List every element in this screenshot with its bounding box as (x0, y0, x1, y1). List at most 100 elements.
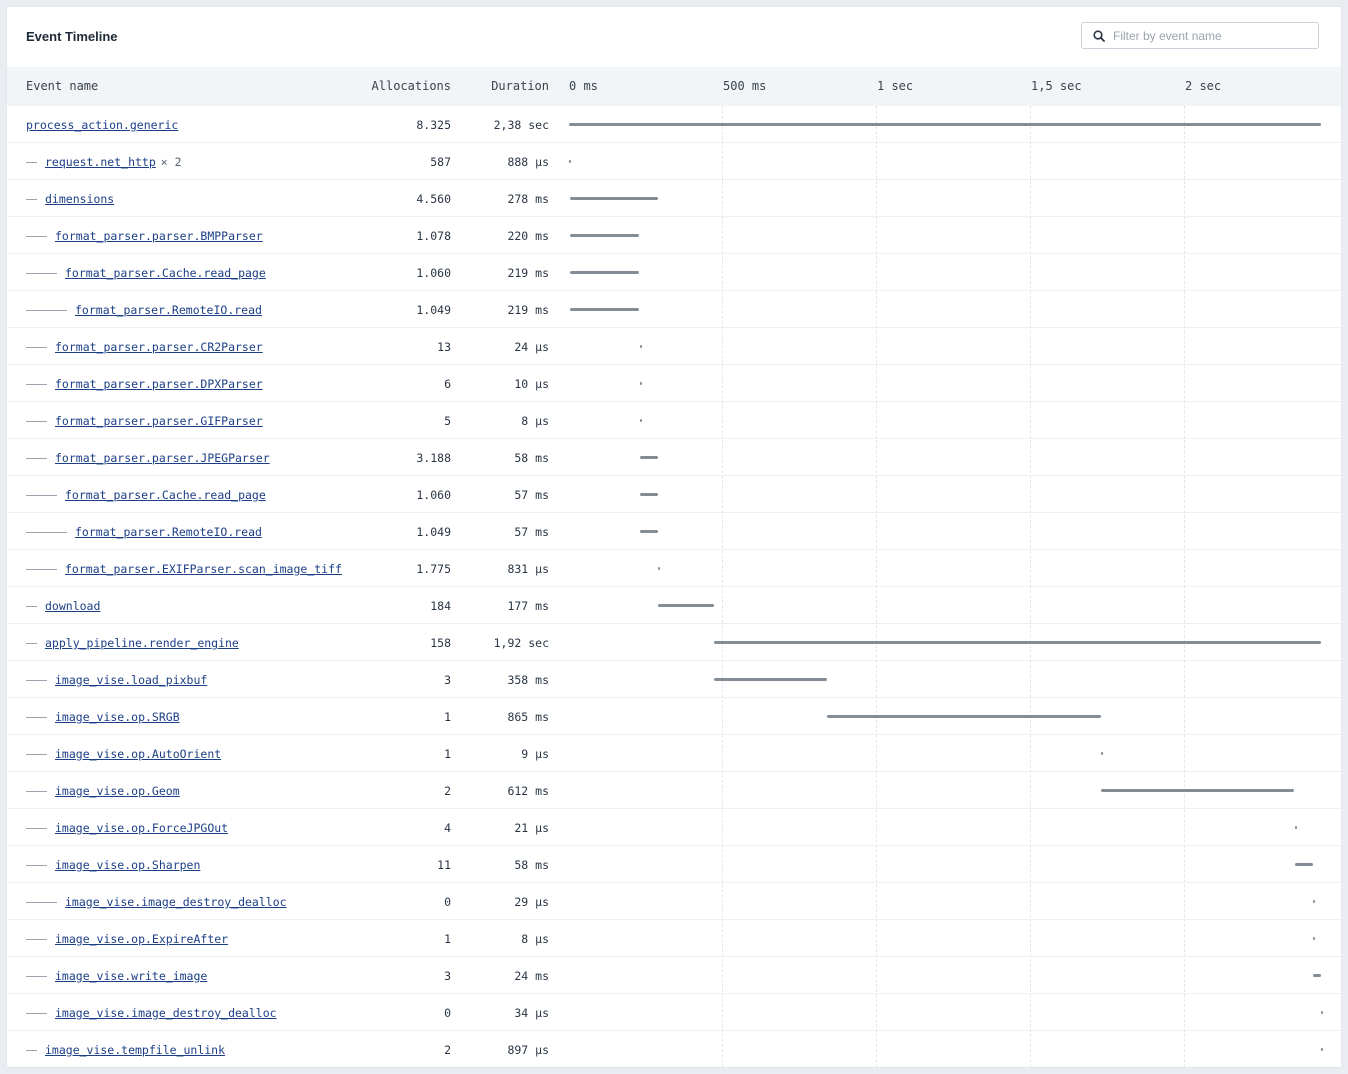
event-name-link[interactable]: image_vise.op.AutoOrient (55, 747, 221, 761)
search-input[interactable] (1113, 23, 1309, 48)
event-name-link[interactable]: image_vise.tempfile_unlink (45, 1043, 225, 1057)
event-row[interactable]: image_vise.image_destroy_dealloc 0 34 µs (7, 994, 1341, 1031)
event-name-link[interactable]: image_vise.op.ForceJPGOut (55, 821, 228, 835)
event-allocations: 184 (430, 599, 451, 613)
event-row[interactable]: format_parser.Cache.read_page 1.060 57 ms (7, 476, 1341, 513)
event-name-link[interactable]: process_action.generic (26, 118, 178, 132)
event-name-link[interactable]: image_vise.load_pixbuf (55, 673, 207, 687)
event-row[interactable]: image_vise.op.Geom 2 612 ms (7, 772, 1341, 809)
event-row[interactable]: image_vise.op.AutoOrient 1 9 µs (7, 735, 1341, 772)
event-row[interactable]: format_parser.Cache.read_page 1.060 219 ms (7, 254, 1341, 291)
timeline-tick-label: 0 ms (569, 79, 598, 93)
event-filter-search[interactable] (1081, 22, 1319, 49)
event-duration: 219 ms (507, 266, 549, 280)
event-name-link[interactable]: image_vise.op.ExpireAfter (55, 932, 228, 946)
event-duration: 29 µs (514, 895, 549, 909)
event-row[interactable]: format_parser.RemoteIO.read 1.049 219 ms (7, 291, 1341, 328)
tree-indent-line (26, 679, 47, 681)
event-row[interactable]: image_vise.tempfile_unlink 2 897 µs (7, 1031, 1341, 1067)
event-name-cell: dimensions (26, 192, 114, 206)
event-row[interactable]: image_vise.op.SRGB 1 865 ms (7, 698, 1341, 735)
event-duration: 888 µs (507, 155, 549, 169)
tree-indent-line (26, 420, 47, 422)
event-name-link[interactable]: request.net_http (45, 155, 156, 169)
tree-indent-line (26, 235, 47, 237)
event-allocations: 587 (430, 155, 451, 169)
event-allocations: 1.078 (416, 229, 451, 243)
panel-title: Event Timeline (26, 29, 118, 44)
event-allocations: 1 (444, 710, 451, 724)
event-name-cell: format_parser.RemoteIO.read (26, 525, 262, 539)
table-header: Event name Allocations Duration 0 ms 500 … (7, 67, 1341, 106)
event-row[interactable]: image_vise.load_pixbuf 3 358 ms (7, 661, 1341, 698)
event-name-cell: format_parser.parser.JPEGParser (26, 451, 270, 465)
event-allocations: 2 (444, 1043, 451, 1057)
event-allocations: 13 (437, 340, 451, 354)
tree-indent-line (26, 568, 57, 570)
event-row[interactable]: image_vise.op.ForceJPGOut 4 21 µs (7, 809, 1341, 846)
event-name-link[interactable]: dimensions (45, 192, 114, 206)
event-name-link[interactable]: format_parser.parser.DPXParser (55, 377, 263, 391)
event-row[interactable]: format_parser.parser.GIFParser 5 8 µs (7, 402, 1341, 439)
tree-indent-line (26, 605, 37, 607)
event-duration: 58 ms (514, 451, 549, 465)
event-allocations: 6 (444, 377, 451, 391)
event-name-link[interactable]: image_vise.op.Geom (55, 784, 180, 798)
event-allocations: 1.049 (416, 525, 451, 539)
event-row[interactable]: apply_pipeline.render_engine 158 1,92 sec (7, 624, 1341, 661)
column-header-event-name: Event name (26, 79, 99, 93)
event-row[interactable]: dimensions 4.560 278 ms (7, 180, 1341, 217)
event-name-link[interactable]: format_parser.RemoteIO.read (75, 525, 262, 539)
event-row[interactable]: format_parser.EXIFParser.scan_image_tiff… (7, 550, 1341, 587)
event-name-cell: image_vise.op.Sharpen (26, 858, 200, 872)
event-allocations: 3 (444, 969, 451, 983)
event-row[interactable]: format_parser.parser.DPXParser 6 10 µs (7, 365, 1341, 402)
event-name-link[interactable]: image_vise.op.Sharpen (55, 858, 200, 872)
event-name-link[interactable]: download (45, 599, 100, 613)
event-allocations: 3 (444, 673, 451, 687)
tree-indent-line (26, 827, 47, 829)
tree-indent-line (26, 161, 37, 163)
event-name-link[interactable]: apply_pipeline.render_engine (45, 636, 239, 650)
event-allocations: 0 (444, 1006, 451, 1020)
event-row[interactable]: request.net_http × 2 587 888 µs (7, 143, 1341, 180)
timeline-tick-label: 2 sec (1185, 79, 1222, 93)
event-name-link[interactable]: format_parser.RemoteIO.read (75, 303, 262, 317)
event-name-link[interactable]: format_parser.parser.CR2Parser (55, 340, 263, 354)
event-name-link[interactable]: format_parser.parser.BMPParser (55, 229, 263, 243)
event-name-link[interactable]: image_vise.image_destroy_dealloc (65, 895, 287, 909)
event-name-link[interactable]: format_parser.Cache.read_page (65, 266, 266, 280)
event-name-cell: image_vise.op.Geom (26, 784, 180, 798)
tree-indent-line (26, 901, 57, 903)
search-icon (1093, 30, 1105, 42)
event-row[interactable]: image_vise.op.Sharpen 11 58 ms (7, 846, 1341, 883)
event-row[interactable]: download 184 177 ms (7, 587, 1341, 624)
event-name-link[interactable]: image_vise.op.SRGB (55, 710, 180, 724)
event-allocations: 8.325 (416, 118, 451, 132)
event-row[interactable]: format_parser.parser.JPEGParser 3.188 58 m… (7, 439, 1341, 476)
event-name-cell: format_parser.parser.BMPParser (26, 229, 263, 243)
event-name-link[interactable]: format_parser.Cache.read_page (65, 488, 266, 502)
event-name-link[interactable]: image_vise.write_image (55, 969, 207, 983)
event-duration: 8 µs (521, 932, 549, 946)
event-name-cell: format_parser.Cache.read_page (26, 266, 266, 280)
event-row[interactable]: format_parser.RemoteIO.read 1.049 57 ms (7, 513, 1341, 550)
event-duration: 34 µs (514, 1006, 549, 1020)
event-allocations: 11 (437, 858, 451, 872)
event-row[interactable]: format_parser.parser.BMPParser 1.078 220 m… (7, 217, 1341, 254)
event-row[interactable]: image_vise.write_image 3 24 ms (7, 957, 1341, 994)
event-row[interactable]: process_action.generic 8.325 2,38 sec (7, 106, 1341, 143)
event-duration: 58 ms (514, 858, 549, 872)
event-name-link[interactable]: image_vise.image_destroy_dealloc (55, 1006, 277, 1020)
event-name-link[interactable]: format_parser.EXIFParser.scan_image_tiff (65, 562, 342, 576)
event-duration: 897 µs (507, 1043, 549, 1057)
event-timeline-panel: Event Timeline Event name Allocations Du… (7, 7, 1341, 1067)
event-name-link[interactable]: format_parser.parser.JPEGParser (55, 451, 270, 465)
event-row[interactable]: image_vise.image_destroy_dealloc 0 29 µs (7, 883, 1341, 920)
event-duration: 831 µs (507, 562, 549, 576)
event-name-cell: image_vise.write_image (26, 969, 207, 983)
event-name-cell: image_vise.image_destroy_dealloc (26, 1006, 277, 1020)
event-row[interactable]: format_parser.parser.CR2Parser 13 24 µs (7, 328, 1341, 365)
event-row[interactable]: image_vise.op.ExpireAfter 1 8 µs (7, 920, 1341, 957)
event-name-link[interactable]: format_parser.parser.GIFParser (55, 414, 263, 428)
